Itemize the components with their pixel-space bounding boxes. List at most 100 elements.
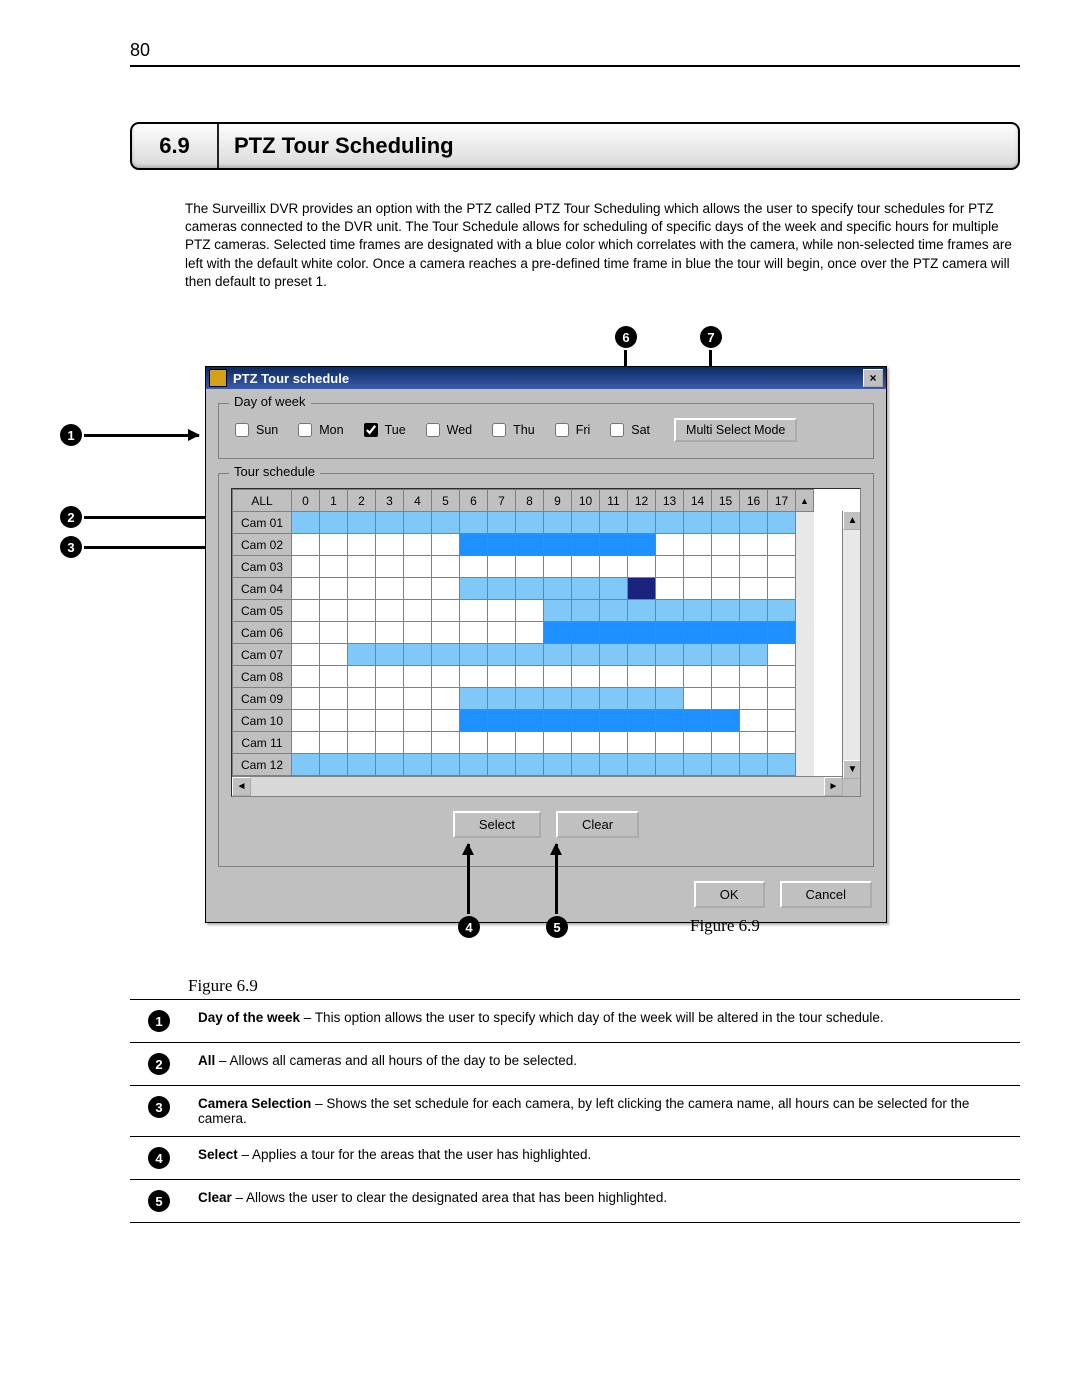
schedule-cell[interactable]: [488, 666, 516, 688]
horizontal-scrollbar[interactable]: ◄ ►: [232, 776, 860, 796]
schedule-cell[interactable]: [432, 512, 460, 534]
schedule-cell[interactable]: [320, 622, 348, 644]
hour-header[interactable]: 11: [600, 490, 628, 512]
schedule-cell[interactable]: [628, 754, 656, 776]
schedule-cell[interactable]: [684, 622, 712, 644]
schedule-cell[interactable]: [572, 578, 600, 600]
schedule-cell[interactable]: [376, 710, 404, 732]
schedule-cell[interactable]: [292, 512, 320, 534]
schedule-cell[interactable]: [516, 578, 544, 600]
schedule-cell[interactable]: [488, 534, 516, 556]
hour-header[interactable]: 1: [320, 490, 348, 512]
hour-header[interactable]: 7: [488, 490, 516, 512]
schedule-cell[interactable]: [740, 710, 768, 732]
schedule-cell[interactable]: [712, 644, 740, 666]
schedule-cell[interactable]: [712, 600, 740, 622]
schedule-cell[interactable]: [292, 578, 320, 600]
schedule-cell[interactable]: [376, 600, 404, 622]
schedule-cell[interactable]: [432, 666, 460, 688]
schedule-cell[interactable]: [544, 622, 572, 644]
hour-header[interactable]: 14: [684, 490, 712, 512]
schedule-cell[interactable]: [292, 732, 320, 754]
schedule-cell[interactable]: [600, 688, 628, 710]
schedule-cell[interactable]: [376, 666, 404, 688]
all-header[interactable]: ALL: [233, 490, 292, 512]
schedule-cell[interactable]: [292, 622, 320, 644]
hour-header[interactable]: 3: [376, 490, 404, 512]
schedule-cell[interactable]: [768, 644, 796, 666]
schedule-cell[interactable]: [348, 512, 376, 534]
schedule-cell[interactable]: [516, 556, 544, 578]
schedule-cell[interactable]: [656, 688, 684, 710]
scroll-right-icon[interactable]: ►: [824, 777, 843, 796]
schedule-cell[interactable]: [432, 622, 460, 644]
schedule-cell[interactable]: [740, 600, 768, 622]
schedule-cell[interactable]: [320, 754, 348, 776]
scroll-down-icon[interactable]: ▼: [843, 760, 861, 779]
schedule-cell[interactable]: [488, 600, 516, 622]
schedule-cell[interactable]: [656, 710, 684, 732]
schedule-cell[interactable]: [488, 754, 516, 776]
schedule-cell[interactable]: [292, 556, 320, 578]
schedule-cell[interactable]: [768, 556, 796, 578]
schedule-cell[interactable]: [656, 754, 684, 776]
schedule-cell[interactable]: [712, 556, 740, 578]
hour-header[interactable]: 4: [404, 490, 432, 512]
schedule-cell[interactable]: [432, 710, 460, 732]
schedule-cell[interactable]: [348, 666, 376, 688]
schedule-cell[interactable]: [544, 688, 572, 710]
schedule-cell[interactable]: [460, 556, 488, 578]
schedule-cell[interactable]: [404, 534, 432, 556]
schedule-cell[interactable]: [628, 600, 656, 622]
schedule-cell[interactable]: [404, 710, 432, 732]
schedule-cell[interactable]: [292, 600, 320, 622]
hour-header[interactable]: 12: [628, 490, 656, 512]
schedule-cell[interactable]: [460, 600, 488, 622]
checkbox[interactable]: [426, 423, 440, 437]
schedule-cell[interactable]: [348, 644, 376, 666]
schedule-cell[interactable]: [712, 534, 740, 556]
schedule-cell[interactable]: [572, 556, 600, 578]
camera-row-header[interactable]: Cam 06: [233, 622, 292, 644]
schedule-cell[interactable]: [572, 666, 600, 688]
schedule-cell[interactable]: [740, 688, 768, 710]
schedule-cell[interactable]: [684, 512, 712, 534]
schedule-cell[interactable]: [712, 710, 740, 732]
camera-row-header[interactable]: Cam 09: [233, 688, 292, 710]
schedule-cell[interactable]: [768, 600, 796, 622]
schedule-cell[interactable]: [544, 732, 572, 754]
schedule-cell[interactable]: [656, 666, 684, 688]
schedule-cell[interactable]: [656, 622, 684, 644]
schedule-cell[interactable]: [432, 556, 460, 578]
schedule-cell[interactable]: [572, 710, 600, 732]
close-icon[interactable]: ×: [863, 369, 883, 387]
schedule-cell[interactable]: [404, 600, 432, 622]
schedule-cell[interactable]: [768, 622, 796, 644]
schedule-cell[interactable]: [740, 578, 768, 600]
schedule-cell[interactable]: [712, 732, 740, 754]
schedule-cell[interactable]: [712, 578, 740, 600]
schedule-cell[interactable]: [404, 556, 432, 578]
schedule-cell[interactable]: [600, 600, 628, 622]
schedule-cell[interactable]: [516, 666, 544, 688]
checkbox[interactable]: [492, 423, 506, 437]
schedule-cell[interactable]: [684, 578, 712, 600]
schedule-cell[interactable]: [516, 644, 544, 666]
schedule-cell[interactable]: [600, 512, 628, 534]
schedule-cell[interactable]: [488, 556, 516, 578]
schedule-cell[interactable]: [516, 600, 544, 622]
clear-button[interactable]: Clear: [556, 811, 639, 838]
schedule-cell[interactable]: [404, 666, 432, 688]
schedule-cell[interactable]: [572, 512, 600, 534]
schedule-cell[interactable]: [516, 622, 544, 644]
schedule-cell[interactable]: [348, 710, 376, 732]
schedule-cell[interactable]: [348, 688, 376, 710]
schedule-cell[interactable]: [712, 512, 740, 534]
day-checkbox-tue[interactable]: Tue: [360, 420, 406, 440]
schedule-cell[interactable]: [740, 622, 768, 644]
schedule-cell[interactable]: [628, 556, 656, 578]
schedule-cell[interactable]: [460, 534, 488, 556]
schedule-cell[interactable]: [376, 688, 404, 710]
schedule-cell[interactable]: [656, 600, 684, 622]
camera-row-header[interactable]: Cam 12: [233, 754, 292, 776]
